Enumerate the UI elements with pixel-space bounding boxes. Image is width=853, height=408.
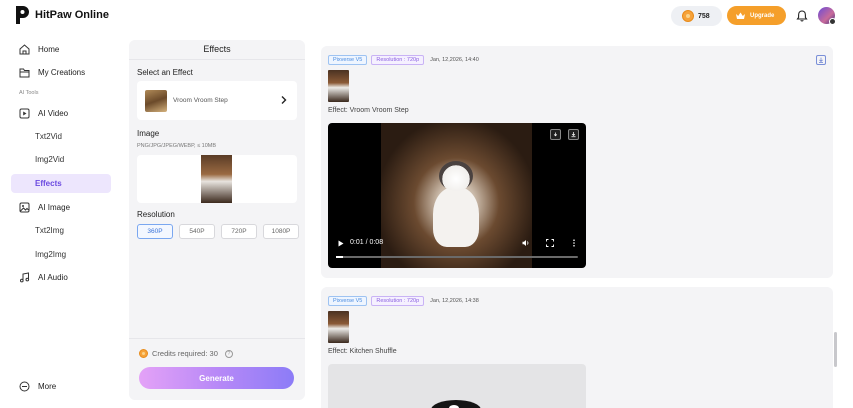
credits-count: 758	[698, 12, 710, 20]
play-icon[interactable]	[338, 240, 344, 247]
resolution-720p-button[interactable]: 720P	[221, 224, 257, 239]
sidebar-item-img2vid[interactable]: Img2Vid	[11, 150, 111, 169]
sidebar-item-label: My Creations	[38, 67, 86, 77]
video-frame	[431, 400, 481, 408]
avatar-status-icon	[829, 18, 836, 25]
sidebar-item-label: Img2Img	[35, 250, 67, 259]
divider	[129, 338, 305, 339]
video-icon	[19, 108, 30, 118]
chevron-right-icon	[281, 96, 287, 104]
sidebar-item-label: More	[38, 381, 57, 391]
sidebar-item-label: AI Audio	[38, 272, 68, 282]
effects-panel: Effects Select an Effect Vroom Vroom Ste…	[129, 40, 305, 400]
sidebar-item-ai-video[interactable]: AI Video	[11, 104, 111, 122]
sidebar-item-txt2vid[interactable]: Txt2Vid	[11, 127, 111, 146]
sidebar-item-label: Img2Vid	[35, 155, 65, 164]
resolution-540p-button[interactable]: 540P	[179, 224, 215, 239]
result-effect-name: Effect: Kitchen Shuffle	[328, 348, 397, 355]
image-icon	[19, 202, 30, 212]
sidebar-item-label: Txt2Img	[35, 226, 64, 235]
video-time: 0:01 / 0:08	[350, 239, 384, 246]
sidebar-item-more[interactable]: More	[11, 377, 111, 395]
crown-icon	[736, 12, 745, 19]
source-image-thumbnail[interactable]	[328, 70, 349, 102]
credits-balance[interactable]: 758	[671, 6, 722, 26]
sidebar-item-ai-image[interactable]: AI Image	[11, 198, 111, 216]
sidebar-item-label: AI Image	[38, 202, 71, 212]
result-meta: Pixverse V5 Resolution : 720p Jan, 12,20…	[328, 296, 479, 306]
video-frame	[381, 123, 532, 268]
sidebar-item-effects[interactable]: Effects	[11, 174, 111, 193]
sidebar-item-home[interactable]: Home	[11, 40, 111, 58]
folder-icon	[19, 68, 30, 77]
sidebar-item-ai-audio[interactable]: AI Audio	[11, 268, 111, 286]
music-note-icon	[20, 271, 30, 282]
resolution-label: Resolution	[137, 210, 175, 219]
resolution-1080p-button[interactable]: 1080P	[263, 224, 299, 239]
hitpaw-logo-icon[interactable]	[14, 5, 30, 25]
upgrade-button[interactable]: Upgrade	[727, 6, 786, 25]
select-effect-label: Select an Effect	[137, 68, 193, 77]
video-player[interactable]	[328, 364, 586, 408]
selected-effect-name: Vroom Vroom Step	[173, 97, 228, 104]
image-upload-area[interactable]	[137, 155, 297, 203]
sidebar-item-label: Effects	[35, 179, 62, 188]
credits-required-text: Credits required: 30	[152, 349, 218, 358]
sidebar-item-label: Txt2Vid	[35, 132, 62, 141]
image-label: Image	[137, 129, 160, 138]
sidebar-item-label: AI Video	[38, 108, 69, 118]
video-progress-fill	[336, 256, 344, 258]
cat-body	[433, 187, 479, 247]
uploaded-image	[201, 155, 232, 203]
panel-title: Effects	[203, 44, 231, 54]
volume-icon[interactable]	[522, 239, 530, 247]
credits-required: Credits required: 30 ?	[139, 349, 233, 358]
effect-thumbnail	[145, 89, 167, 112]
scrollbar[interactable]	[834, 332, 837, 367]
resolution-badge: Resolution : 720p	[371, 55, 425, 65]
sidebar-item-my-creations[interactable]: My Creations	[11, 63, 111, 81]
sidebar-item-label: Home	[38, 44, 60, 54]
sidebar-item-img2img[interactable]: Img2Img	[11, 245, 111, 264]
more-options-icon[interactable]	[570, 239, 578, 247]
source-image-thumbnail[interactable]	[328, 311, 349, 343]
video-player[interactable]: 0:01 / 0:08	[328, 123, 586, 268]
result-date: Jan, 12,2026, 14:40	[430, 57, 479, 63]
section-label-ai-tools: AI Tools	[19, 90, 39, 96]
top-bar: HitPaw Online 758 Upgrade	[0, 0, 853, 32]
generate-button[interactable]: Generate	[139, 367, 294, 389]
model-badge: Pixverse V5	[328, 296, 368, 306]
model-badge: Pixverse V5	[328, 55, 368, 65]
result-date: Jan, 12,2026, 14:38	[430, 298, 479, 304]
result-meta: Pixverse V5 Resolution : 720p Jan, 12,20…	[328, 55, 479, 65]
app-name: HitPaw Online	[35, 9, 109, 21]
download-icon[interactable]	[816, 55, 826, 65]
sidebar-item-txt2img[interactable]: Txt2Img	[11, 221, 111, 240]
upgrade-label: Upgrade	[750, 12, 775, 19]
divider	[129, 59, 305, 60]
result-card: Pixverse V5 Resolution : 720p Jan, 12,20…	[321, 46, 833, 278]
effect-selector[interactable]: Vroom Vroom Step	[137, 81, 297, 120]
coin-icon	[139, 349, 148, 358]
image-format-hint: PNG/JPG/JPEG/WEBP, ≤ 10MB	[137, 143, 217, 149]
download-icon[interactable]	[568, 129, 579, 140]
coin-icon	[682, 10, 694, 22]
resolution-360p-button[interactable]: 360P	[137, 224, 173, 239]
home-icon	[19, 43, 30, 54]
fullscreen-icon[interactable]	[546, 239, 554, 247]
video-progress-bar[interactable]	[336, 256, 578, 258]
result-effect-name: Effect: Vroom Vroom Step	[328, 107, 409, 114]
resolution-badge: Resolution : 720p	[371, 296, 425, 306]
result-card: Pixverse V5 Resolution : 720p Jan, 12,20…	[321, 287, 833, 408]
cat-head	[439, 161, 473, 191]
help-icon[interactable]: ?	[224, 349, 233, 358]
bell-icon[interactable]	[796, 10, 808, 22]
picture-in-picture-icon[interactable]	[550, 129, 561, 140]
resolution-options: 360P 540P 720P 1080P	[137, 224, 299, 239]
more-icon	[19, 381, 30, 391]
